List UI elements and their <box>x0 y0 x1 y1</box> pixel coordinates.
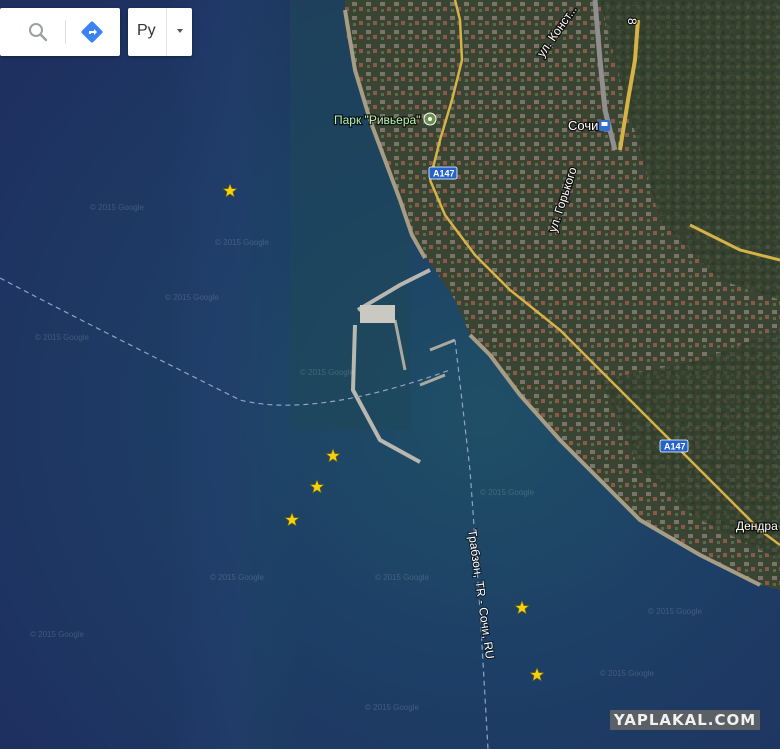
copyright-mark: © 2015 Google <box>30 630 84 639</box>
copyright-mark: © 2015 Google <box>648 607 702 616</box>
copyright-mark: © 2015 Google <box>90 203 144 212</box>
road-shield: A147 <box>428 166 458 180</box>
search-box[interactable] <box>0 8 120 56</box>
copyright-mark: © 2015 Google <box>165 293 219 302</box>
copyright-mark: © 2015 Google <box>480 488 534 497</box>
city-label[interactable]: Сочи <box>567 117 600 135</box>
road-number-label: 8 <box>625 18 639 25</box>
directions-icon[interactable] <box>80 20 104 44</box>
language-label[interactable]: Ру <box>137 22 156 40</box>
copyright-mark: © 2015 Google <box>365 703 419 712</box>
divider <box>65 20 66 44</box>
svg-text:A147: A147 <box>433 169 455 179</box>
harbor-terminal <box>360 305 395 323</box>
copyright-mark: © 2015 Google <box>600 669 654 678</box>
copyright-mark: © 2015 Google <box>300 368 354 377</box>
site-watermark: YAPLAKAL.COM <box>610 710 760 730</box>
satellite-map[interactable]: © 2015 Google © 2015 Google © 2015 Googl… <box>0 0 780 749</box>
train-station-icon[interactable] <box>599 120 610 131</box>
copyright-mark: © 2015 Google <box>215 238 269 247</box>
road-shield: A147 <box>659 439 689 453</box>
copyright-mark: © 2015 Google <box>375 573 429 582</box>
district-label: Дендра <box>736 519 778 533</box>
park-label[interactable]: Парк "Ривьера" <box>333 112 422 129</box>
copyright-mark: © 2015 Google <box>210 573 264 582</box>
language-selector[interactable]: Ру <box>128 8 192 56</box>
copyright-mark: © 2015 Google <box>35 333 89 342</box>
imagery-band <box>170 0 300 749</box>
search-icon[interactable] <box>26 20 50 44</box>
park-icon[interactable] <box>423 112 437 126</box>
chevron-down-icon[interactable] <box>172 23 188 39</box>
divider <box>166 8 167 56</box>
svg-text:A147: A147 <box>664 442 686 452</box>
